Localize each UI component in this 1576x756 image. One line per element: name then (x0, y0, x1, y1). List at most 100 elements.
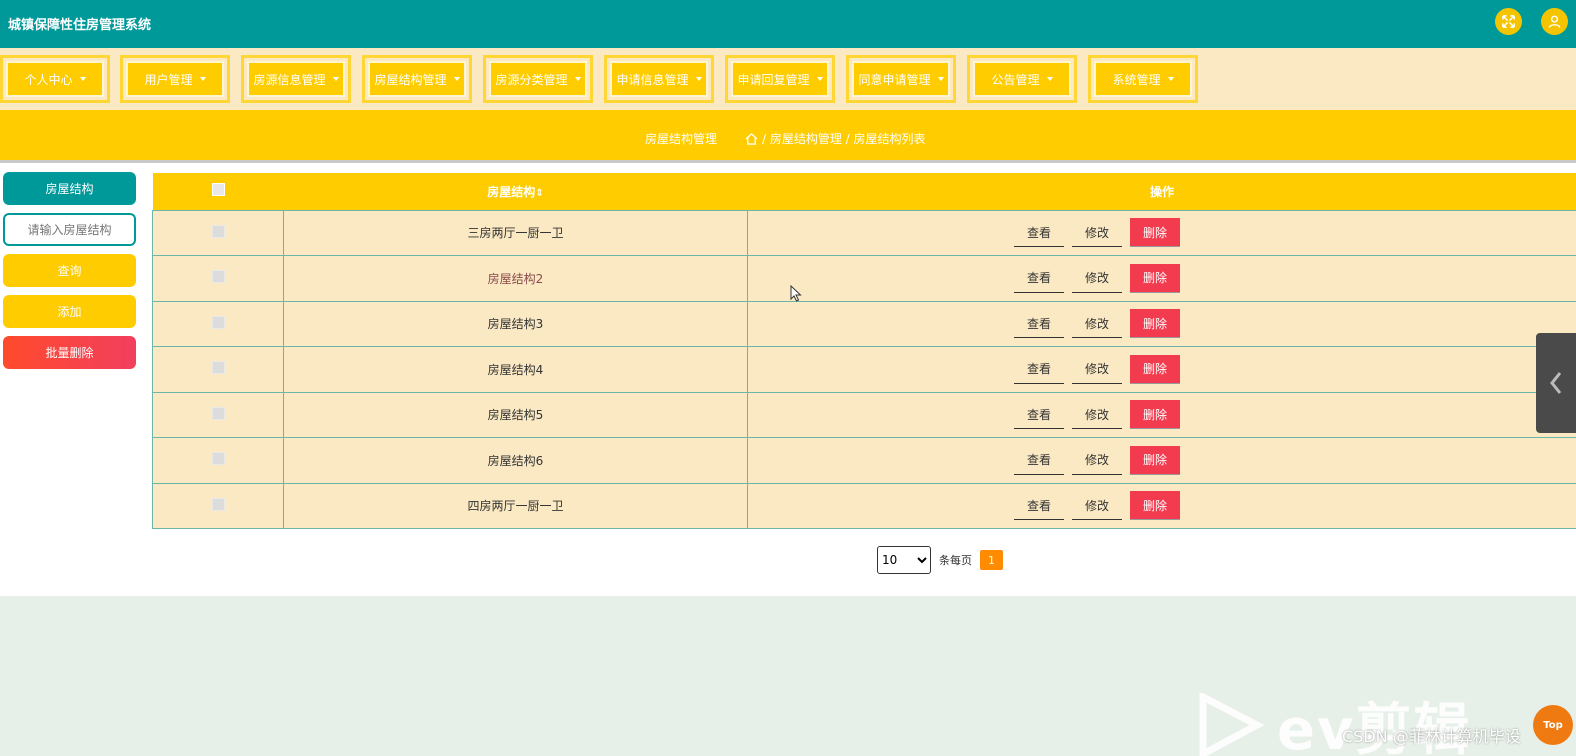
view-button[interactable]: 查看 (1014, 400, 1064, 430)
caret-down-icon (332, 77, 339, 81)
menu-personal-center[interactable]: 个人中心 (0, 55, 110, 103)
mouse-cursor-icon (790, 285, 802, 302)
menu-approved-applications[interactable]: 同意申请管理 (846, 55, 956, 103)
row-checkbox[interactable] (211, 224, 225, 238)
delete-button[interactable]: 删除 (1130, 218, 1180, 248)
menu-user-management[interactable]: 用户管理 (120, 55, 230, 103)
delete-button[interactable]: 删除 (1130, 445, 1180, 475)
row-checkbox[interactable] (211, 361, 225, 375)
menu-listing-info[interactable]: 房源信息管理 (241, 55, 351, 103)
delete-button[interactable]: 删除 (1130, 491, 1180, 521)
breadcrumb-path[interactable]: / 房屋结构管理 / 房屋结构列表 (762, 130, 926, 147)
delete-button[interactable]: 删除 (1130, 400, 1180, 430)
main-menu: 个人中心 用户管理 房源信息管理 房屋结构管理 房源分类管理 申请信息管理 申请… (0, 48, 1576, 110)
user-button[interactable] (1541, 8, 1568, 35)
add-button[interactable]: 添加 (3, 295, 136, 328)
actions-cell: 查看 修改 删除 (747, 346, 1576, 393)
row-select-cell (152, 391, 284, 438)
side-panel-toggle[interactable] (1536, 333, 1576, 433)
menu-listing-category[interactable]: 房源分类管理 (483, 55, 593, 103)
page-size-select[interactable]: 10 20 50 100 (877, 546, 931, 574)
sort-icon[interactable]: ⇕ (535, 188, 543, 199)
structure-search-input[interactable] (3, 213, 136, 246)
credit-text: CSDN @菲林计算机毕设 (1342, 727, 1521, 746)
menu-label: 房源分类管理 (495, 72, 568, 87)
actions-cell: 查看 修改 删除 (747, 255, 1576, 302)
menu-label: 申请信息管理 (616, 72, 689, 87)
menu-label: 房源信息管理 (253, 72, 326, 87)
table-row: 房屋结构5 查看 修改 删除 (152, 391, 1576, 438)
view-button[interactable]: 查看 (1014, 491, 1064, 521)
menu-announcements[interactable]: 公告管理 (967, 55, 1077, 103)
actions-cell: 查看 修改 删除 (747, 437, 1576, 484)
home-icon[interactable] (745, 132, 758, 145)
row-checkbox[interactable] (211, 497, 225, 511)
table-row: 房屋结构3 查看 修改 删除 (152, 300, 1576, 347)
menu-system[interactable]: 系统管理 (1088, 55, 1198, 103)
caret-down-icon (816, 77, 823, 81)
row-select-cell (152, 437, 284, 484)
structure-table: 房屋结构⇕ 操作 三房两厅一厨一卫 查看 修改 删除 房屋结构2 查看 修改 删除 房屋… (152, 173, 1576, 529)
fullscreen-icon (1502, 15, 1515, 28)
table-row: 房屋结构2 查看 修改 删除 (152, 255, 1576, 302)
row-checkbox[interactable] (211, 315, 225, 329)
edit-button[interactable]: 修改 (1072, 491, 1122, 521)
caret-down-icon (695, 77, 702, 81)
edit-button[interactable]: 修改 (1072, 218, 1122, 248)
view-button[interactable]: 查看 (1014, 354, 1064, 384)
pagination: 10 20 50 100 条每页 1 (877, 546, 1003, 574)
column-header-label: 房屋结构 (487, 184, 536, 199)
menu-label: 同意申请管理 (858, 72, 931, 87)
delete-button[interactable]: 删除 (1130, 309, 1180, 339)
search-panel: 房屋结构 查询 添加 批量删除 (3, 172, 136, 377)
row-checkbox[interactable] (211, 452, 225, 466)
view-button[interactable]: 查看 (1014, 263, 1064, 293)
edit-button[interactable]: 修改 (1072, 263, 1122, 293)
breadcrumb-bar: 房屋结构管理 / 房屋结构管理 / 房屋结构列表 (0, 110, 1576, 160)
menu-label: 房屋结构管理 (374, 72, 447, 87)
caret-down-icon (1046, 77, 1053, 81)
menu-application-reply[interactable]: 申请回复管理 (725, 55, 835, 103)
row-checkbox[interactable] (211, 406, 225, 420)
row-select-cell (152, 482, 284, 529)
menu-label: 系统管理 (1112, 72, 1161, 87)
edit-button[interactable]: 修改 (1072, 400, 1122, 430)
back-to-top-button[interactable]: Top (1533, 705, 1573, 745)
table-row: 房屋结构4 查看 修改 删除 (152, 346, 1576, 393)
search-field-label: 房屋结构 (3, 172, 136, 205)
edit-button[interactable]: 修改 (1072, 309, 1122, 339)
row-select-cell (152, 209, 284, 256)
breadcrumb: / 房屋结构管理 / 房屋结构列表 (745, 130, 926, 147)
caret-down-icon (1167, 77, 1174, 81)
query-button[interactable]: 查询 (3, 254, 136, 287)
page-button-current[interactable]: 1 (980, 550, 1003, 570)
actions-cell: 查看 修改 删除 (747, 209, 1576, 256)
chevron-left-icon (1550, 372, 1562, 394)
edit-button[interactable]: 修改 (1072, 354, 1122, 384)
view-button[interactable]: 查看 (1014, 445, 1064, 475)
row-select-cell (152, 346, 284, 393)
fullscreen-button[interactable] (1495, 8, 1522, 35)
menu-label: 申请回复管理 (737, 72, 810, 87)
view-button[interactable]: 查看 (1014, 309, 1064, 339)
top-header: 城镇保障性住房管理系统 (0, 0, 1576, 48)
caret-down-icon (199, 77, 206, 81)
caret-down-icon (453, 77, 460, 81)
menu-house-structure[interactable]: 房屋结构管理 (362, 55, 472, 103)
row-select-cell (152, 255, 284, 302)
play-logo-icon (1199, 693, 1265, 756)
edit-button[interactable]: 修改 (1072, 445, 1122, 475)
menu-application-info[interactable]: 申请信息管理 (604, 55, 714, 103)
row-checkbox[interactable] (211, 270, 225, 284)
bulk-delete-button[interactable]: 批量删除 (3, 336, 136, 369)
caret-down-icon (574, 77, 581, 81)
delete-button[interactable]: 删除 (1130, 263, 1180, 293)
column-header-structure[interactable]: 房屋结构⇕ (283, 173, 748, 211)
table-row: 四房两厅一厨一卫 查看 修改 删除 (152, 482, 1576, 529)
delete-button[interactable]: 删除 (1130, 354, 1180, 384)
per-page-label: 条每页 (939, 554, 972, 567)
view-button[interactable]: 查看 (1014, 218, 1064, 248)
select-all-checkbox[interactable] (211, 183, 225, 197)
table-row: 房屋结构6 查看 修改 删除 (152, 437, 1576, 484)
table-row: 三房两厅一厨一卫 查看 修改 删除 (152, 209, 1576, 256)
